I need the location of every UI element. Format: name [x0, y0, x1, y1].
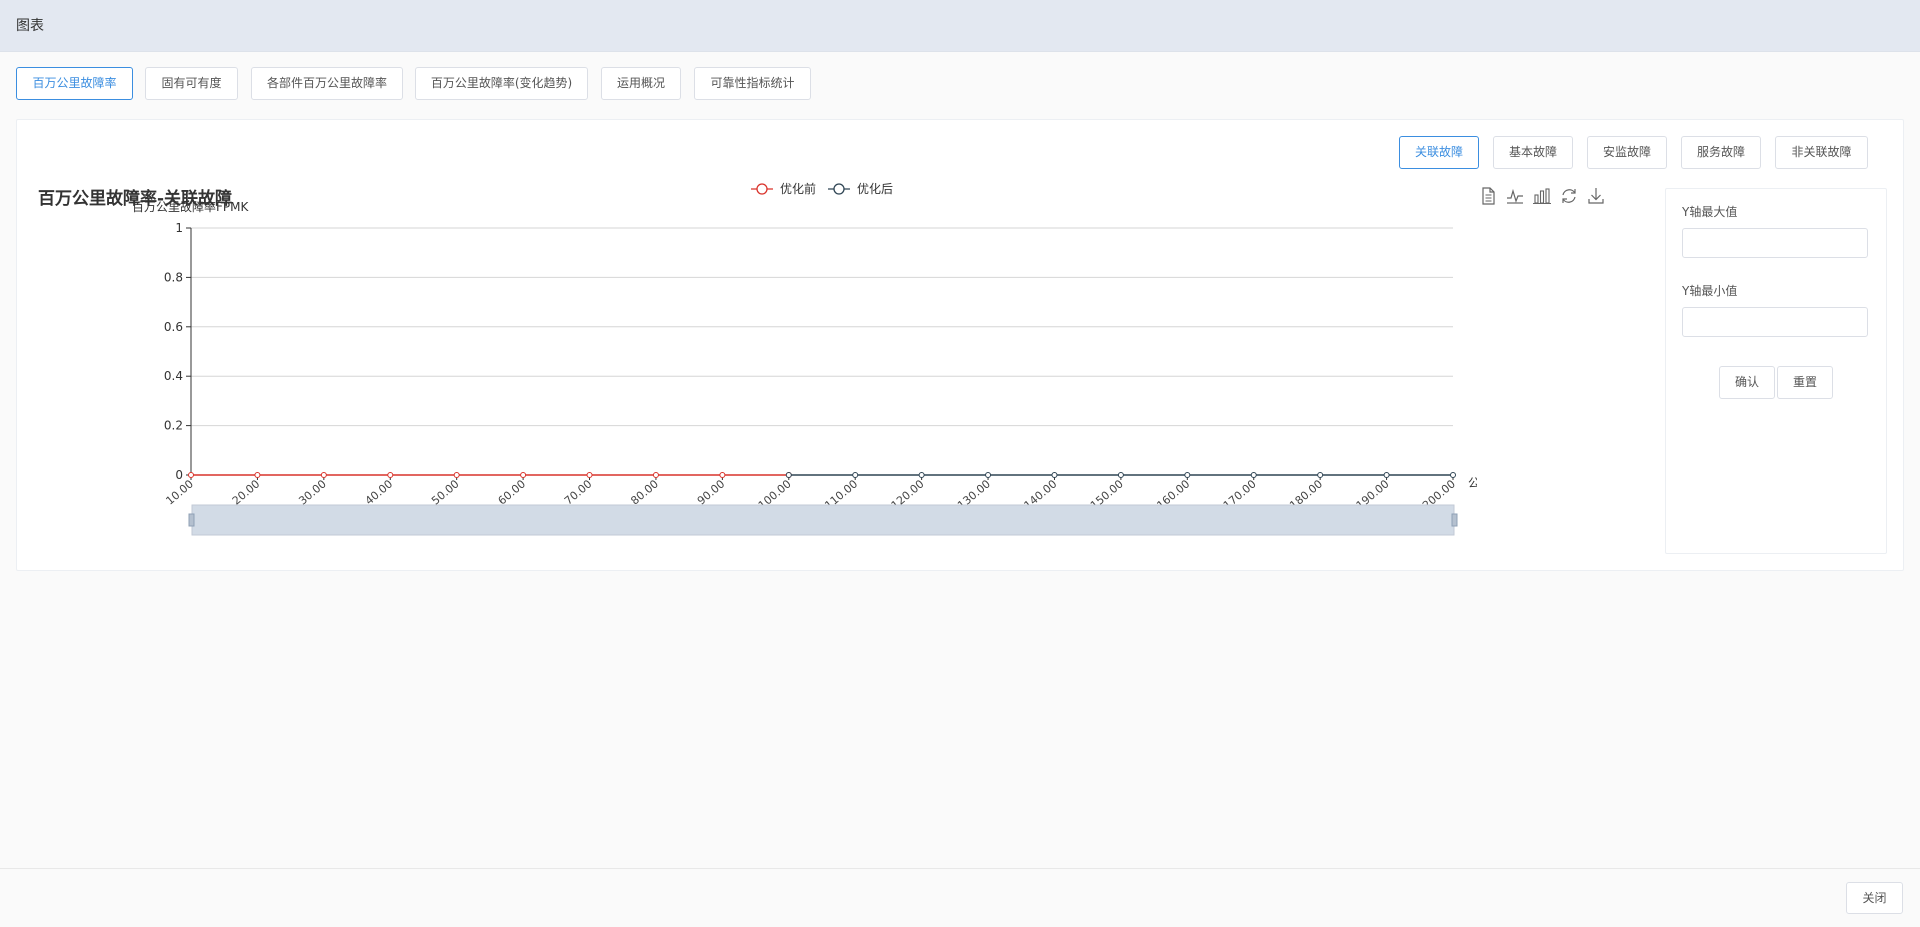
- chart-panel: 关联故障 基本故障 安监故障 服务故障 非关联故障 百万公里故障率-关联故障 优…: [16, 119, 1904, 571]
- x-tick-label: 50.00: [429, 477, 461, 507]
- x-tick-label: 60.00: [496, 477, 528, 507]
- legend[interactable]: 优化前 优化后: [751, 181, 893, 196]
- data-point: [852, 472, 859, 478]
- ymin-label: Y轴最小值: [1682, 284, 1738, 298]
- y-tick-label: 0: [175, 468, 183, 482]
- line-chart: 优化前 优化后 百万公里故障率FPMK 00.20.40.60.8110.00 2…: [132, 181, 1477, 536]
- download-icon[interactable]: [1585, 186, 1607, 206]
- data-point: [188, 472, 194, 478]
- data-point: [520, 472, 527, 478]
- bar-chart-icon[interactable]: [1531, 186, 1553, 206]
- data-view-icon[interactable]: [1477, 186, 1499, 206]
- data-point: [785, 472, 792, 478]
- y-axis-label: 百万公里故障率FPMK: [132, 199, 249, 214]
- tab-operation-overview[interactable]: 运用概况: [601, 67, 681, 100]
- chart-area: 百万公里故障率-关联故障 优化前 优化后 百万公里故障率FPMK 0 0.2 0…: [17, 175, 1647, 570]
- data-point: [652, 472, 659, 478]
- y-tick-label: 0.8: [164, 270, 183, 284]
- x-tick-label: 40.00: [363, 477, 395, 507]
- data-point: [1383, 472, 1390, 478]
- window-title: 图表: [16, 18, 44, 34]
- tab-fault-rate[interactable]: 百万公里故障率: [16, 67, 133, 100]
- x-tick-label: 70.00: [562, 477, 594, 507]
- data-point: [719, 472, 726, 478]
- data-point: [1184, 472, 1191, 478]
- data-point: [1317, 472, 1324, 478]
- x-tick-label: 20.00: [230, 477, 262, 507]
- legend-label-after: 优化后: [857, 182, 893, 196]
- data-zoom-slider[interactable]: [188, 504, 1458, 536]
- ymin-input[interactable]: [1682, 307, 1868, 337]
- axes: 00.20.40.60.8110.00 20.00 30.00 40.00 50.00 6…: [163, 221, 1457, 512]
- reset-button[interactable]: 重置: [1777, 366, 1833, 399]
- restore-icon[interactable]: [1558, 186, 1580, 206]
- data-point: [1450, 472, 1456, 478]
- y-tick-label: 1: [175, 221, 183, 235]
- ymax-label: Y轴最大值: [1682, 205, 1738, 219]
- data-zoom-right-handle[interactable]: [1451, 513, 1458, 527]
- series-lines: [188, 472, 1456, 478]
- dialog-footer: 关闭: [0, 868, 1920, 927]
- ymax-input[interactable]: [1682, 228, 1868, 258]
- tab-component-fault-rate[interactable]: 各部件百万公里故障率: [251, 67, 403, 100]
- y-tick-label: 0.4: [164, 369, 183, 383]
- y-tick-label: 0.2: [164, 419, 183, 433]
- window-header: 图表: [0, 0, 1920, 52]
- data-zoom-track[interactable]: [191, 504, 1455, 536]
- data-point: [918, 472, 925, 478]
- line-chart-icon[interactable]: [1504, 186, 1526, 206]
- subtab-service-fault[interactable]: 服务故障: [1681, 136, 1761, 169]
- y-axis-range-form: Y轴最大值 Y轴最小值 确认 重置: [1665, 188, 1887, 554]
- data-point: [387, 472, 394, 478]
- legend-label-before: 优化前: [780, 181, 816, 196]
- data-point: [320, 472, 327, 478]
- subtab-related-fault[interactable]: 关联故障: [1399, 136, 1479, 169]
- data-point: [453, 472, 460, 478]
- subtab-safety-fault[interactable]: 安监故障: [1587, 136, 1667, 169]
- x-tick-label: 80.00: [628, 477, 660, 507]
- subtab-basic-fault[interactable]: 基本故障: [1493, 136, 1573, 169]
- tab-inherent-availability[interactable]: 固有可有度: [145, 67, 238, 100]
- data-zoom-left-handle[interactable]: [188, 513, 195, 527]
- tab-reliability-statistics[interactable]: 可靠性指标统计: [694, 67, 811, 100]
- data-point: [1051, 472, 1058, 478]
- x-axis-label: 公里: [1468, 476, 1477, 490]
- grid: [191, 227, 1453, 476]
- x-tick-label: 90.00: [695, 477, 727, 507]
- x-tick-label: 30.00: [296, 477, 328, 507]
- data-point: [586, 472, 593, 478]
- tab-fault-rate-trend[interactable]: 百万公里故障率(变化趋势): [415, 67, 588, 100]
- close-button[interactable]: 关闭: [1846, 882, 1903, 914]
- legend-item-before[interactable]: 优化前: [751, 181, 816, 196]
- subtab-non-related-fault[interactable]: 非关联故障: [1775, 136, 1868, 169]
- y-tick-label: 0.6: [164, 320, 183, 334]
- data-point: [1250, 472, 1257, 478]
- data-point: [254, 472, 261, 478]
- confirm-button[interactable]: 确认: [1719, 366, 1775, 399]
- data-point: [985, 472, 992, 478]
- legend-item-after[interactable]: 优化后: [828, 182, 893, 196]
- data-point: [1117, 472, 1124, 478]
